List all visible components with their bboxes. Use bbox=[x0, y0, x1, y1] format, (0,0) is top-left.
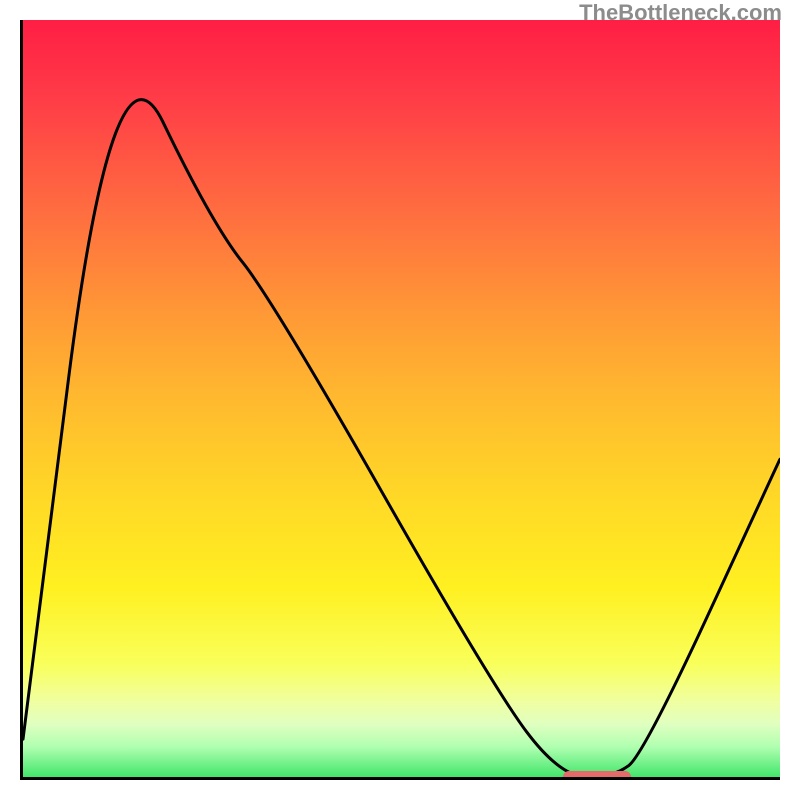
optimal-marker bbox=[563, 771, 631, 780]
bottleneck-chart: TheBottleneck.com bbox=[0, 0, 800, 800]
curve-layer bbox=[23, 20, 780, 777]
plot-area bbox=[20, 20, 780, 780]
bottleneck-curve bbox=[23, 100, 780, 777]
